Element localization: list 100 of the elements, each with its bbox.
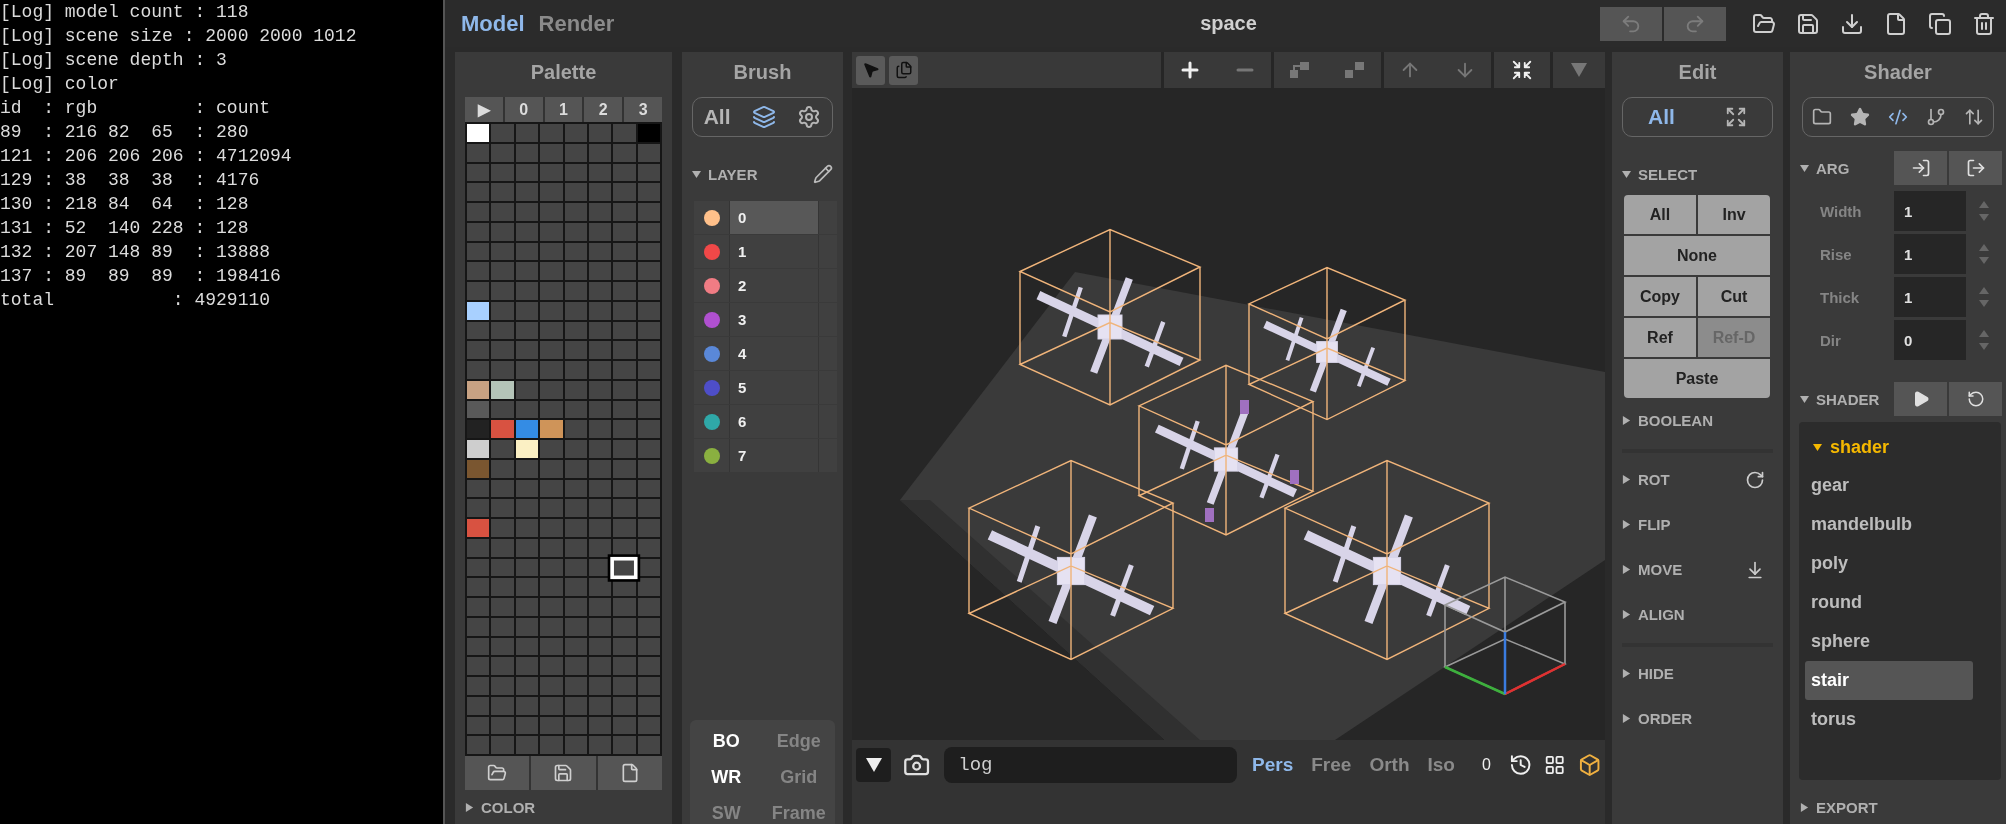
duplicate-tool-button[interactable] xyxy=(889,55,918,85)
color-swatch[interactable] xyxy=(613,143,636,162)
color-swatch[interactable] xyxy=(564,459,587,478)
color-swatch[interactable] xyxy=(564,677,587,695)
color-swatch[interactable] xyxy=(564,440,587,458)
color-swatch[interactable] xyxy=(564,143,587,162)
copy-icon[interactable] xyxy=(1928,11,1952,36)
section-toggle[interactable]: ROT xyxy=(1622,471,1670,488)
color-swatch[interactable] xyxy=(564,361,587,379)
color-swatch[interactable] xyxy=(515,163,539,182)
color-swatch[interactable] xyxy=(467,124,490,142)
reset-button[interactable] xyxy=(1949,382,2002,416)
color-swatch[interactable] xyxy=(637,716,660,735)
color-swatch[interactable] xyxy=(491,242,514,261)
color-swatch[interactable] xyxy=(610,556,639,579)
shader-item[interactable]: round xyxy=(1805,583,1973,622)
color-swatch[interactable] xyxy=(588,440,612,458)
color-swatch[interactable] xyxy=(540,321,563,340)
color-swatch[interactable] xyxy=(515,380,539,399)
camera-mode-tab[interactable]: Iso xyxy=(1424,754,1458,776)
color-swatch[interactable] xyxy=(491,143,514,162)
palette-page-button[interactable]: 0 xyxy=(504,97,543,122)
color-swatch[interactable] xyxy=(467,222,490,241)
color-swatch[interactable] xyxy=(613,736,636,754)
run-button[interactable] xyxy=(1894,382,1947,416)
color-swatch[interactable] xyxy=(491,282,514,300)
open-folder-icon[interactable] xyxy=(1752,11,1776,36)
color-swatch[interactable] xyxy=(564,380,587,399)
color-swatch[interactable] xyxy=(564,598,587,616)
color-swatch[interactable] xyxy=(540,163,563,182)
color-swatch[interactable] xyxy=(540,716,563,735)
import-button[interactable] xyxy=(1894,151,1947,185)
color-swatch[interactable] xyxy=(515,341,539,359)
download-icon[interactable] xyxy=(1840,11,1864,36)
color-swatch[interactable] xyxy=(540,677,563,695)
color-swatch[interactable] xyxy=(491,519,514,537)
color-swatch[interactable] xyxy=(564,242,587,261)
color-swatch[interactable] xyxy=(515,321,539,340)
section-toggle[interactable]: LAYER xyxy=(692,165,758,183)
color-swatch[interactable] xyxy=(613,499,636,517)
color-swatch[interactable] xyxy=(613,598,636,616)
color-swatch[interactable] xyxy=(491,716,514,735)
color-swatch[interactable] xyxy=(637,420,660,438)
color-swatch[interactable] xyxy=(515,736,539,754)
color-swatch[interactable] xyxy=(637,143,660,162)
color-swatch[interactable] xyxy=(540,736,563,754)
section-toggle[interactable]: ALIGN xyxy=(1622,606,1685,623)
color-swatch[interactable] xyxy=(613,420,636,438)
color-swatch[interactable] xyxy=(515,479,539,498)
shrink-icon[interactable] xyxy=(1511,59,1533,81)
color-swatch[interactable] xyxy=(515,143,539,162)
color-swatch[interactable] xyxy=(637,736,660,754)
color-swatch[interactable] xyxy=(540,420,563,438)
color-swatch[interactable] xyxy=(613,242,636,261)
color-swatch[interactable] xyxy=(540,301,563,320)
color-swatch[interactable] xyxy=(613,203,636,221)
color-swatch[interactable] xyxy=(588,519,612,537)
palette-page-button[interactable]: 2 xyxy=(584,97,623,122)
color-swatch[interactable] xyxy=(467,637,490,656)
color-swatch[interactable] xyxy=(588,321,612,340)
color-swatch[interactable] xyxy=(613,400,636,419)
color-swatch[interactable] xyxy=(637,203,660,221)
color-swatch[interactable] xyxy=(637,183,660,201)
color-swatch[interactable] xyxy=(467,558,490,577)
tree-folder[interactable]: shader xyxy=(1805,428,1973,466)
color-swatch[interactable] xyxy=(540,440,563,458)
color-swatch[interactable] xyxy=(588,341,612,359)
color-swatch[interactable] xyxy=(540,538,563,557)
shader-item[interactable]: stair xyxy=(1805,661,1973,700)
color-swatch[interactable] xyxy=(515,499,539,517)
color-swatch[interactable] xyxy=(637,598,660,616)
color-swatch[interactable] xyxy=(564,499,587,517)
shader-item[interactable]: torus xyxy=(1805,700,1973,739)
color-swatch[interactable] xyxy=(491,617,514,636)
color-swatch[interactable] xyxy=(540,617,563,636)
color-swatch[interactable] xyxy=(491,538,514,557)
section-toggle[interactable]: BOOLEAN xyxy=(1622,412,1713,429)
color-swatch[interactable] xyxy=(564,716,587,735)
color-swatch[interactable] xyxy=(613,183,636,201)
color-swatch[interactable] xyxy=(515,124,539,142)
param-field[interactable]: 1 xyxy=(1894,234,1966,274)
spinner-icon[interactable] xyxy=(1978,200,1990,222)
color-swatch[interactable] xyxy=(467,321,490,340)
color-swatch[interactable] xyxy=(491,677,514,695)
color-swatch[interactable] xyxy=(588,301,612,320)
squares-icon[interactable] xyxy=(1287,60,1312,80)
color-swatch[interactable] xyxy=(637,321,660,340)
color-swatch[interactable] xyxy=(467,301,490,320)
color-swatch[interactable] xyxy=(467,183,490,201)
trash-icon[interactable] xyxy=(1972,11,1996,36)
rotate-icon[interactable] xyxy=(1745,469,1765,490)
color-swatch[interactable] xyxy=(588,400,612,419)
shader-item[interactable]: poly xyxy=(1805,544,1973,583)
color-swatch[interactable] xyxy=(613,321,636,340)
color-swatch[interactable] xyxy=(467,677,490,695)
camera-mode-tab[interactable]: Pers xyxy=(1249,754,1297,776)
new-palette-button[interactable] xyxy=(597,756,662,790)
color-swatch[interactable] xyxy=(540,598,563,616)
color-swatch[interactable] xyxy=(467,538,490,557)
color-swatch[interactable] xyxy=(515,716,539,735)
